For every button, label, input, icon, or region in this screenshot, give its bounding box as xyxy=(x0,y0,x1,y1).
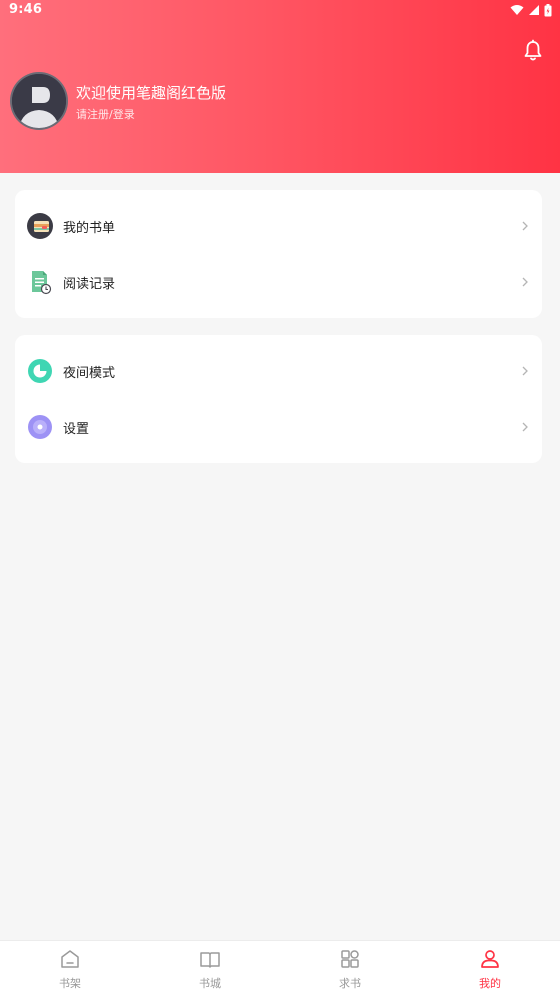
reading-record-icon xyxy=(32,271,52,295)
nav-label: 书架 xyxy=(59,977,81,990)
battery-icon xyxy=(544,3,552,16)
bookstore-icon xyxy=(200,952,220,968)
chevron-right-icon xyxy=(522,277,528,287)
booklist-icon xyxy=(27,213,53,239)
nav-label: 我的 xyxy=(479,977,501,990)
notification-bell-icon[interactable] xyxy=(521,39,545,63)
night-mode-icon xyxy=(28,359,52,383)
login-register-link[interactable]: 请注册/登录 xyxy=(76,106,135,122)
wifi-icon xyxy=(510,5,524,15)
menu-item-settings[interactable]: 设置 xyxy=(15,407,542,447)
cellular-signal-icon xyxy=(529,5,539,15)
chevron-right-icon xyxy=(522,422,528,432)
menu-label: 我的书单 xyxy=(63,220,116,236)
chevron-right-icon xyxy=(522,221,528,231)
profile-header: 9:46 欢迎使用笔趣阁红色版 请注册/登录 xyxy=(0,0,560,173)
status-time: 9:46 xyxy=(9,2,43,17)
menu-label: 设置 xyxy=(63,421,90,437)
menu-item-reading-record[interactable]: 阅读记录 xyxy=(15,262,542,302)
default-avatar-icon xyxy=(12,74,66,128)
chevron-right-icon xyxy=(522,366,528,376)
request-book-icon xyxy=(341,950,359,968)
settings-icon xyxy=(28,415,52,439)
nav-tab-bookstore[interactable]: 书城 xyxy=(140,941,280,1000)
welcome-title[interactable]: 欢迎使用笔趣阁红色版 xyxy=(76,82,226,103)
nav-tab-request-book[interactable]: 求书 xyxy=(280,941,420,1000)
avatar[interactable] xyxy=(10,72,68,130)
status-icons xyxy=(510,3,552,17)
menu-label: 阅读记录 xyxy=(63,276,116,292)
nav-label: 书城 xyxy=(199,977,221,990)
menu-item-night-mode[interactable]: 夜间模式 xyxy=(15,351,542,391)
bookshelf-icon xyxy=(61,950,79,968)
menu-label: 夜间模式 xyxy=(63,365,116,381)
menu-card-library: 我的书单 阅读记录 xyxy=(15,190,542,318)
nav-tab-bookshelf[interactable]: 书架 xyxy=(0,941,140,1000)
profile-icon xyxy=(481,950,499,968)
bottom-nav: 书架 书城 求书 我的 xyxy=(0,940,560,1000)
nav-tab-profile[interactable]: 我的 xyxy=(420,941,560,1000)
menu-item-booklist[interactable]: 我的书单 xyxy=(15,206,542,246)
menu-card-preferences: 夜间模式 设置 xyxy=(15,335,542,463)
nav-label: 求书 xyxy=(339,977,361,990)
status-bar: 9:46 xyxy=(0,0,560,22)
